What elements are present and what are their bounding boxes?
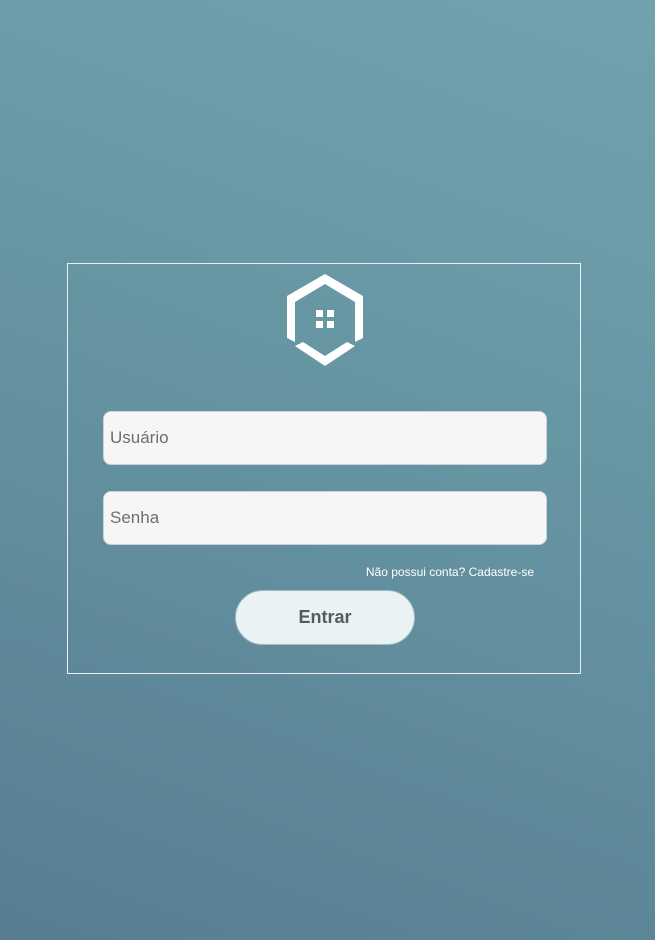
house-icon bbox=[287, 274, 363, 366]
password-input[interactable] bbox=[103, 491, 547, 545]
signup-prompt-text: Não possui conta? bbox=[365, 565, 466, 579]
signup-prompt: Não possui conta? Cadastre-se bbox=[366, 565, 534, 579]
login-button[interactable]: Entrar bbox=[235, 590, 415, 645]
username-input[interactable] bbox=[103, 411, 547, 465]
signup-link[interactable]: Cadastre-se bbox=[469, 565, 534, 579]
